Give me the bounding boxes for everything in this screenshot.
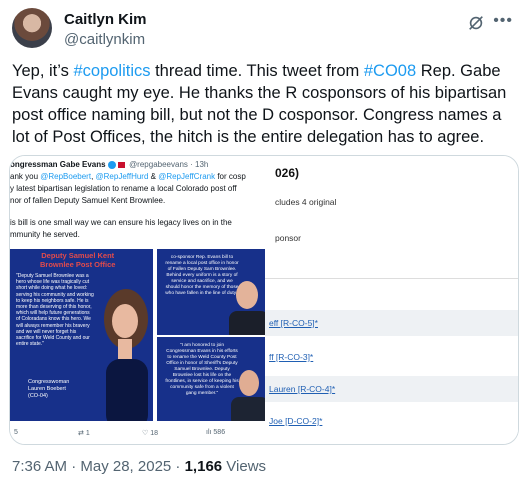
signature-line: Lauren Boebert (28, 386, 66, 392)
embedded-like-count: 18 (150, 430, 159, 437)
mention-link: @RepBoebert (40, 172, 92, 181)
embedded-text-line: is bill is one small way we can ensure h… (10, 218, 232, 227)
heart-icon: ♡ (142, 430, 149, 437)
cosponsor-link: Joe [D-CO-2]* (269, 416, 323, 426)
portrait-image (229, 281, 265, 335)
embedded-action-bar: 5 ⇄ 1 ♡ 18 ılı 586 (10, 427, 265, 443)
tweet-meta: 7:36 AM · May 28, 2025 · 1,166 Views (12, 458, 266, 475)
graphic-title-line: Brownlee Post Office (40, 260, 116, 269)
view-count: 1,166 (184, 458, 223, 475)
repost-icon: ⇄ (78, 430, 84, 437)
graphic-title: Deputy Samuel Kent Brownlee Post Office (40, 251, 115, 269)
divider (265, 278, 518, 279)
cosponsor-row: Lauren [R-CO-4]* (265, 376, 518, 402)
cosponsor-row: eff [R-CO-5]* (265, 310, 518, 336)
signature-line: Congresswoman (28, 379, 70, 385)
grok-icon[interactable] (467, 14, 485, 32)
boebert-quote-graphic: Deputy Samuel Kent Brownlee Post Office … (10, 249, 153, 421)
embedded-author-name: ongressman Gabe Evans (10, 160, 106, 169)
embedded-text-line: nor of fallen Deputy Samuel Kent Brownle… (10, 196, 166, 205)
tweet-timestamp[interactable]: 7:36 AM · May 28, 2025 · (12, 458, 185, 475)
tweet-text-segment: Yep, it’s (12, 62, 74, 80)
embedded-tweet-screenshot: ongressman Gabe Evans @repgabeevans · 13… (10, 156, 265, 444)
embedded-text-fragment: ank you (10, 172, 41, 181)
embedded-text-fragment: & (148, 172, 159, 181)
hurd-quote-graphic: co-sponsor Rep. Evans bill to rename a l… (157, 249, 265, 335)
cosponsor-row: Joe [D-CO-2]* (265, 408, 518, 434)
signature-line: (CO-04) (28, 393, 48, 399)
views-label: Views (222, 458, 267, 475)
more-icon[interactable]: ••• (493, 12, 513, 30)
hashtag-link[interactable]: #copolitics (73, 62, 150, 80)
portrait-image (231, 370, 265, 421)
tweet-header: Caitlyn Kim @caitlynkim ••• (12, 8, 515, 52)
cosponsor-count-text: cludes 4 original (275, 197, 337, 207)
views-icon: ılı (206, 429, 212, 436)
cosponsor-link: ff [R-CO-3]* (269, 352, 314, 362)
portrait-image (104, 289, 148, 421)
crank-quote-graphic: "I am honored to join Congressman Evans … (157, 337, 265, 421)
graphic-title-line: Deputy Samuel Kent (41, 251, 115, 260)
embedded-like: ♡ 18 (142, 429, 158, 437)
embedded-text-line: mmunity he served. (10, 230, 80, 239)
embedded-text-line: ank you @RepBoebert, @RepJeffHurd & @Rep… (10, 172, 246, 181)
embedded-text-line: y latest bipartisan legislation to renam… (10, 184, 237, 193)
congress-bill-screenshot: 026) cludes 4 original ponsor eff [R-CO-… (265, 156, 518, 444)
cosponsor-row: ff [R-CO-3]* (265, 344, 518, 370)
embedded-view-count: 586 (213, 429, 226, 436)
verified-badge-icon (107, 160, 116, 169)
embedded-reply-count: 5 (14, 429, 18, 436)
cosponsor-header: ponsor (275, 233, 301, 243)
flag-icon (117, 161, 125, 168)
graphic-signature: Congresswoman Lauren Boebert (CO-04) (28, 379, 69, 400)
author-name[interactable]: Caitlyn Kim (64, 11, 147, 28)
tweet-text-segment: thread time. This tweet from (150, 62, 364, 80)
author-handle[interactable]: @caitlynkim (64, 31, 145, 48)
hashtag-link[interactable]: #CO08 (364, 62, 416, 80)
bill-title-fragment: 026) (275, 166, 300, 180)
mention-link: @RepJeffCrank (158, 172, 216, 181)
embedded-repost: ⇄ 1 (78, 429, 90, 437)
graphic-quote: "I am honored to join Congressman Evans … (165, 343, 239, 396)
embedded-views: ılı 586 (206, 429, 225, 436)
media-image[interactable]: ongressman Gabe Evans @repgabeevans · 13… (9, 155, 519, 445)
embedded-author-line: ongressman Gabe Evans @repgabeevans · 13… (10, 160, 208, 169)
embedded-text-fragment: for cosp (215, 172, 246, 181)
embedded-handle-time: @repgabeevans · 13h (129, 160, 209, 169)
cosponsor-link: eff [R-CO-5]* (269, 318, 318, 328)
tweet-text: Yep, it’s #copolitics thread time. This … (12, 60, 517, 148)
mention-link: @RepJeffHurd (95, 172, 149, 181)
embedded-repost-count: 1 (85, 430, 90, 437)
cosponsor-link: Lauren [R-CO-4]* (269, 384, 336, 394)
graphic-quote: "Deputy Samuel Brownlee was a hero whose… (16, 273, 94, 348)
avatar[interactable] (12, 8, 52, 48)
